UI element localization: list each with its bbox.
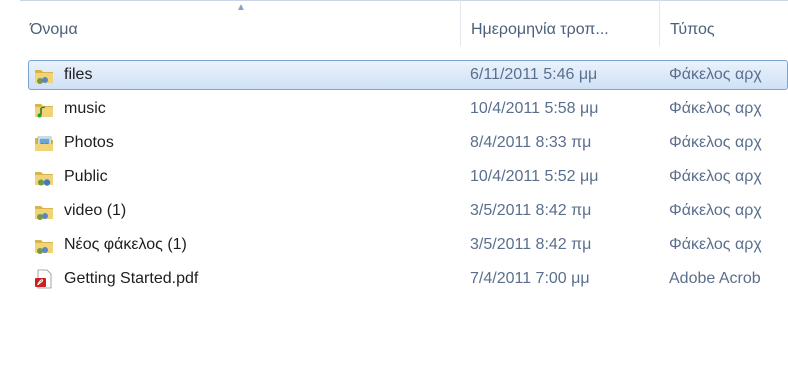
shared-folder-icon	[34, 58, 56, 92]
table-row[interactable]: Public 10/4/2011 5:52 μμ Φάκελος αρχ	[0, 160, 788, 194]
file-type: Φάκελος αρχ	[669, 168, 762, 185]
file-date-modified: 7/4/2011 7:00 μμ	[470, 270, 590, 287]
music-folder-icon	[34, 92, 56, 126]
table-row[interactable]: Photos 8/4/2011 8:33 πμ Φάκελος αρχ	[0, 126, 788, 160]
file-name: video (1)	[64, 202, 127, 219]
table-row[interactable]: Getting Started.pdf 7/4/2011 7:00 μμ Adobe…	[0, 262, 788, 296]
file-date-modified: 6/11/2011 5:46 μμ	[470, 66, 598, 83]
file-type: Φάκελος αρχ	[669, 66, 762, 83]
column-header-date-modified[interactable]: Ημερομηνία τροπ...	[460, 0, 659, 46]
file-date-modified: 3/5/2011 8:42 πμ	[470, 202, 592, 219]
file-type: Φάκελος αρχ	[669, 100, 762, 117]
table-row[interactable]: files 6/11/2011 5:46 μμ Φάκελος αρχ	[0, 58, 788, 92]
shared-folder-icon	[34, 228, 56, 262]
pdf-file-icon	[34, 262, 56, 296]
file-list-view: Όνομα ▲ Ημερομηνία τροπ... Τύπος files 6/…	[0, 0, 788, 376]
file-name: Getting Started.pdf	[64, 270, 199, 287]
file-type: Φάκελος αρχ	[669, 236, 762, 253]
table-row[interactable]: Νέος φάκελος (1) 3/5/2011 8:42 πμ Φάκελος …	[0, 228, 788, 262]
sort-ascending-icon: ▲	[236, 2, 246, 13]
table-row[interactable]: video (1) 3/5/2011 8:42 πμ Φάκελος αρχ	[0, 194, 788, 228]
column-header-type[interactable]: Τύπος	[659, 0, 788, 46]
file-name: Νέος φάκελος (1)	[64, 236, 187, 253]
column-header-type-label: Τύπος	[670, 21, 715, 38]
file-type: Adobe Acrob	[669, 270, 761, 287]
file-date-modified: 8/4/2011 8:33 πμ	[470, 134, 592, 151]
column-header-name-label: Όνομα	[30, 21, 78, 38]
file-rows: files 6/11/2011 5:46 μμ Φάκελος αρχ music 10…	[0, 58, 788, 296]
file-name: Public	[64, 168, 108, 185]
file-date-modified: 3/5/2011 8:42 πμ	[470, 236, 592, 253]
pictures-folder-icon	[34, 126, 56, 160]
file-name: Photos	[64, 134, 114, 151]
column-header-date-label: Ημερομηνία τροπ...	[471, 21, 609, 38]
public-folder-icon	[34, 160, 56, 194]
file-name: music	[64, 100, 106, 117]
file-name: files	[64, 66, 93, 83]
shared-folder-icon	[34, 194, 56, 228]
table-row[interactable]: music 10/4/2011 5:58 μμ Φάκελος αρχ	[0, 92, 788, 126]
column-header-bar: Όνομα ▲ Ημερομηνία τροπ... Τύπος	[0, 0, 788, 46]
file-type: Φάκελος αρχ	[669, 134, 762, 151]
file-date-modified: 10/4/2011 5:52 μμ	[470, 168, 599, 185]
file-date-modified: 10/4/2011 5:58 μμ	[470, 100, 599, 117]
file-type: Φάκελος αρχ	[669, 202, 762, 219]
